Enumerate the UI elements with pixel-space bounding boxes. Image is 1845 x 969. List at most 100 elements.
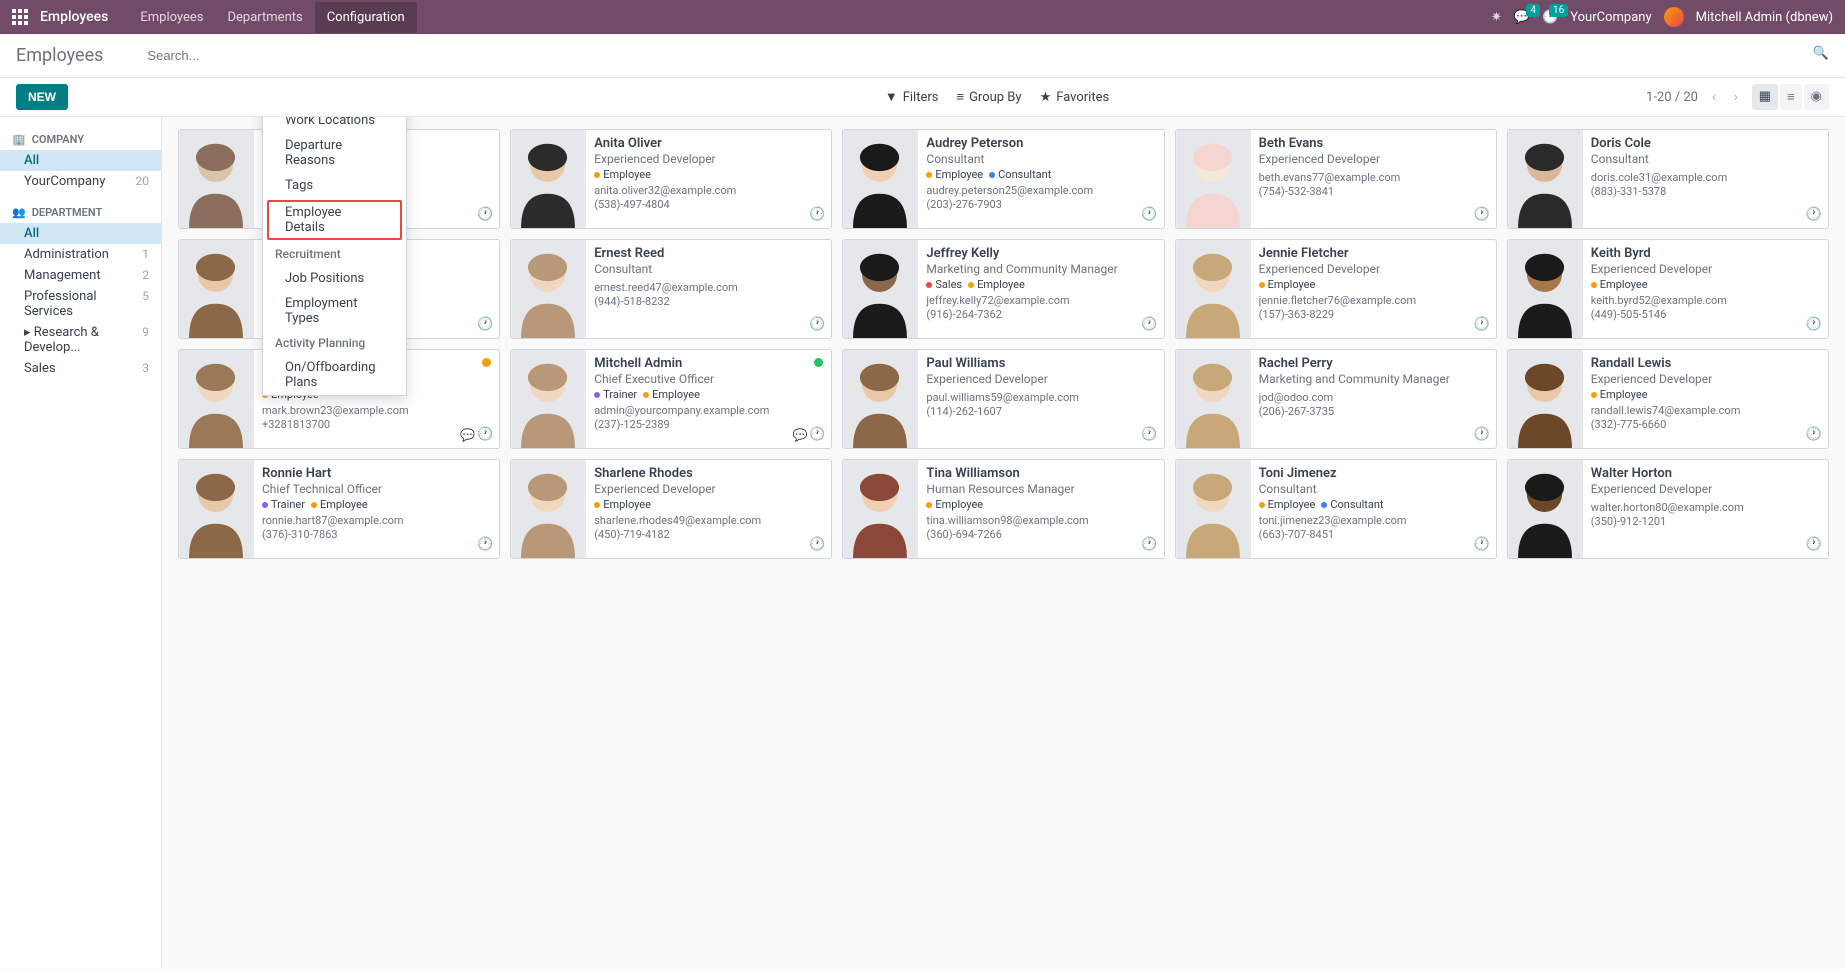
bug-icon[interactable]: ✷ xyxy=(1491,10,1502,25)
menu-item[interactable]: Employee Details xyxy=(267,200,402,240)
clock-icon[interactable]: 🕐 xyxy=(1141,317,1157,332)
employee-name: Sharlene Rhodes xyxy=(594,466,823,481)
employee-card[interactable]: Keith Byrd Experienced Developer Employe… xyxy=(1507,239,1829,339)
chat-icon[interactable]: 💬 xyxy=(792,428,807,442)
clock-icon[interactable]: 🕐 xyxy=(477,427,493,442)
menu-item[interactable]: Tags xyxy=(263,173,406,198)
app-name: Employees xyxy=(40,9,108,25)
employee-title: Chief Technical Officer xyxy=(262,482,491,496)
sidebar-item[interactable]: Sales3 xyxy=(0,358,161,379)
employee-avatar xyxy=(1176,240,1251,338)
menu-item[interactable]: Departure Reasons xyxy=(263,133,406,173)
employee-name: Mitchell Admin xyxy=(594,356,823,371)
search-input[interactable] xyxy=(143,44,1829,67)
star-icon: ★ xyxy=(1040,90,1052,105)
employee-card[interactable]: Ronnie Hart Chief Technical Officer Trai… xyxy=(178,459,500,559)
employee-avatar xyxy=(511,240,586,338)
tag: Employee xyxy=(1259,278,1316,291)
clock-icon[interactable]: 🕐 xyxy=(1474,207,1490,222)
employee-card[interactable]: Mitchell Admin Chief Executive Officer T… xyxy=(510,349,832,449)
pager-next[interactable]: › xyxy=(1730,90,1742,105)
clock-icon[interactable]: 🕐 xyxy=(809,537,825,552)
view-kanban[interactable]: ▦ xyxy=(1752,84,1778,110)
employee-avatar xyxy=(1176,460,1251,558)
groupby-button[interactable]: ≡Group By xyxy=(956,89,1021,105)
employee-card[interactable]: Audrey Peterson Consultant EmployeeConsu… xyxy=(842,129,1164,229)
employee-card[interactable]: Doris Cole Consultant doris.cole31@examp… xyxy=(1507,129,1829,229)
employee-card[interactable]: Paul Williams Experienced Developer paul… xyxy=(842,349,1164,449)
employee-avatar xyxy=(179,460,254,558)
menu-item[interactable]: Job Positions xyxy=(263,266,406,291)
nav-employees[interactable]: Employees xyxy=(128,2,215,33)
sidebar-item[interactable]: Management2 xyxy=(0,265,161,286)
user-avatar[interactable] xyxy=(1664,7,1684,27)
employee-card[interactable]: Rachel Perry Marketing and Community Man… xyxy=(1175,349,1497,449)
employee-email: keith.byrd52@example.com xyxy=(1591,294,1820,307)
employee-name: Randall Lewis xyxy=(1591,356,1820,371)
sidebar-item[interactable]: All xyxy=(0,223,161,244)
clock-icon[interactable]: 🕐 xyxy=(809,317,825,332)
clock-icon[interactable]: 🕐 xyxy=(1141,427,1157,442)
favorites-button[interactable]: ★Favorites xyxy=(1040,89,1110,105)
clock-icon[interactable]: 🕐 xyxy=(1474,537,1490,552)
clock-icon[interactable]: 🕐 xyxy=(1141,537,1157,552)
user-name[interactable]: Mitchell Admin (dbnew) xyxy=(1696,10,1833,25)
employee-name: Audrey Peterson xyxy=(926,136,1155,151)
pager-prev[interactable]: ‹ xyxy=(1708,90,1720,105)
employee-card[interactable]: Sharlene Rhodes Experienced Developer Em… xyxy=(510,459,832,559)
employee-card[interactable]: Walter Horton Experienced Developer walt… xyxy=(1507,459,1829,559)
apps-icon[interactable] xyxy=(12,9,28,25)
view-list[interactable]: ≡ xyxy=(1780,84,1802,110)
clock-icon[interactable]: 🕐 xyxy=(1806,537,1822,552)
menu-item[interactable]: On/Offboarding Plans xyxy=(263,355,406,395)
view-activity[interactable]: ◉ xyxy=(1804,84,1829,110)
clock-icon[interactable]: 🕐 xyxy=(809,207,825,222)
sidebar-item[interactable]: YourCompany20 xyxy=(0,171,161,192)
clock-icon[interactable]: 🕐 xyxy=(1806,207,1822,222)
menu-item[interactable]: Work Locations xyxy=(263,117,406,133)
employee-card[interactable]: Anita Oliver Experienced Developer Emplo… xyxy=(510,129,832,229)
employee-title: Marketing and Community Manager xyxy=(1259,372,1488,386)
sidebar-item[interactable]: Administration1 xyxy=(0,244,161,265)
employee-email: toni.jimenez23@example.com xyxy=(1259,514,1488,527)
clock-icon[interactable]: 🕐 xyxy=(1474,427,1490,442)
employee-card[interactable]: Ernest Reed Consultant ernest.reed47@exa… xyxy=(510,239,832,339)
employee-avatar xyxy=(511,350,586,448)
employee-card[interactable]: Randall Lewis Experienced Developer Empl… xyxy=(1507,349,1829,449)
employee-phone: (114)-262-1607 xyxy=(926,405,1155,418)
employee-card[interactable]: Beth Evans Experienced Developer beth.ev… xyxy=(1175,129,1497,229)
activity-icon[interactable]: 🕐16 xyxy=(1542,10,1558,25)
clock-icon[interactable]: 🕐 xyxy=(809,427,825,442)
employee-card[interactable]: Toni Jimenez Consultant EmployeeConsulta… xyxy=(1175,459,1497,559)
clock-icon[interactable]: 🕐 xyxy=(477,537,493,552)
menu-item[interactable]: Employment Types xyxy=(263,291,406,331)
employee-name: Anita Oliver xyxy=(594,136,823,151)
company-name[interactable]: YourCompany xyxy=(1570,10,1651,25)
employee-phone: (754)-532-3841 xyxy=(1259,185,1488,198)
employee-email: tina.williamson98@example.com xyxy=(926,514,1155,527)
employee-avatar xyxy=(1508,240,1583,338)
search-icon[interactable]: 🔍 xyxy=(1813,46,1829,61)
menu-header-activity: Activity Planning xyxy=(263,331,406,355)
sidebar-item[interactable]: Professional Services5 xyxy=(0,286,161,322)
employee-phone: (916)-264-7362 xyxy=(926,308,1155,321)
clock-icon[interactable]: 🕐 xyxy=(1806,427,1822,442)
filters-button[interactable]: ▼Filters xyxy=(885,89,939,105)
employee-card[interactable]: Jeffrey Kelly Marketing and Community Ma… xyxy=(842,239,1164,339)
employee-card[interactable]: Tina Williamson Human Resources Manager … xyxy=(842,459,1164,559)
messages-icon[interactable]: 💬4 xyxy=(1514,10,1530,25)
employee-email: beth.evans77@example.com xyxy=(1259,171,1488,184)
clock-icon[interactable]: 🕐 xyxy=(1141,207,1157,222)
chat-icon[interactable]: 💬 xyxy=(460,428,475,442)
nav-configuration[interactable]: Configuration xyxy=(315,2,417,33)
clock-icon[interactable]: 🕐 xyxy=(477,317,493,332)
sidebar-item[interactable]: ▸ Research & Develop...9 xyxy=(0,322,161,358)
clock-icon[interactable]: 🕐 xyxy=(1474,317,1490,332)
clock-icon[interactable]: 🕐 xyxy=(477,207,493,222)
new-button[interactable]: NEW xyxy=(16,84,68,110)
employee-card[interactable]: Jennie Fletcher Experienced Developer Em… xyxy=(1175,239,1497,339)
sidebar-item[interactable]: All xyxy=(0,150,161,171)
nav-departments[interactable]: Departments xyxy=(216,2,315,33)
employee-phone: (449)-505-5146 xyxy=(1591,308,1820,321)
clock-icon[interactable]: 🕐 xyxy=(1806,317,1822,332)
